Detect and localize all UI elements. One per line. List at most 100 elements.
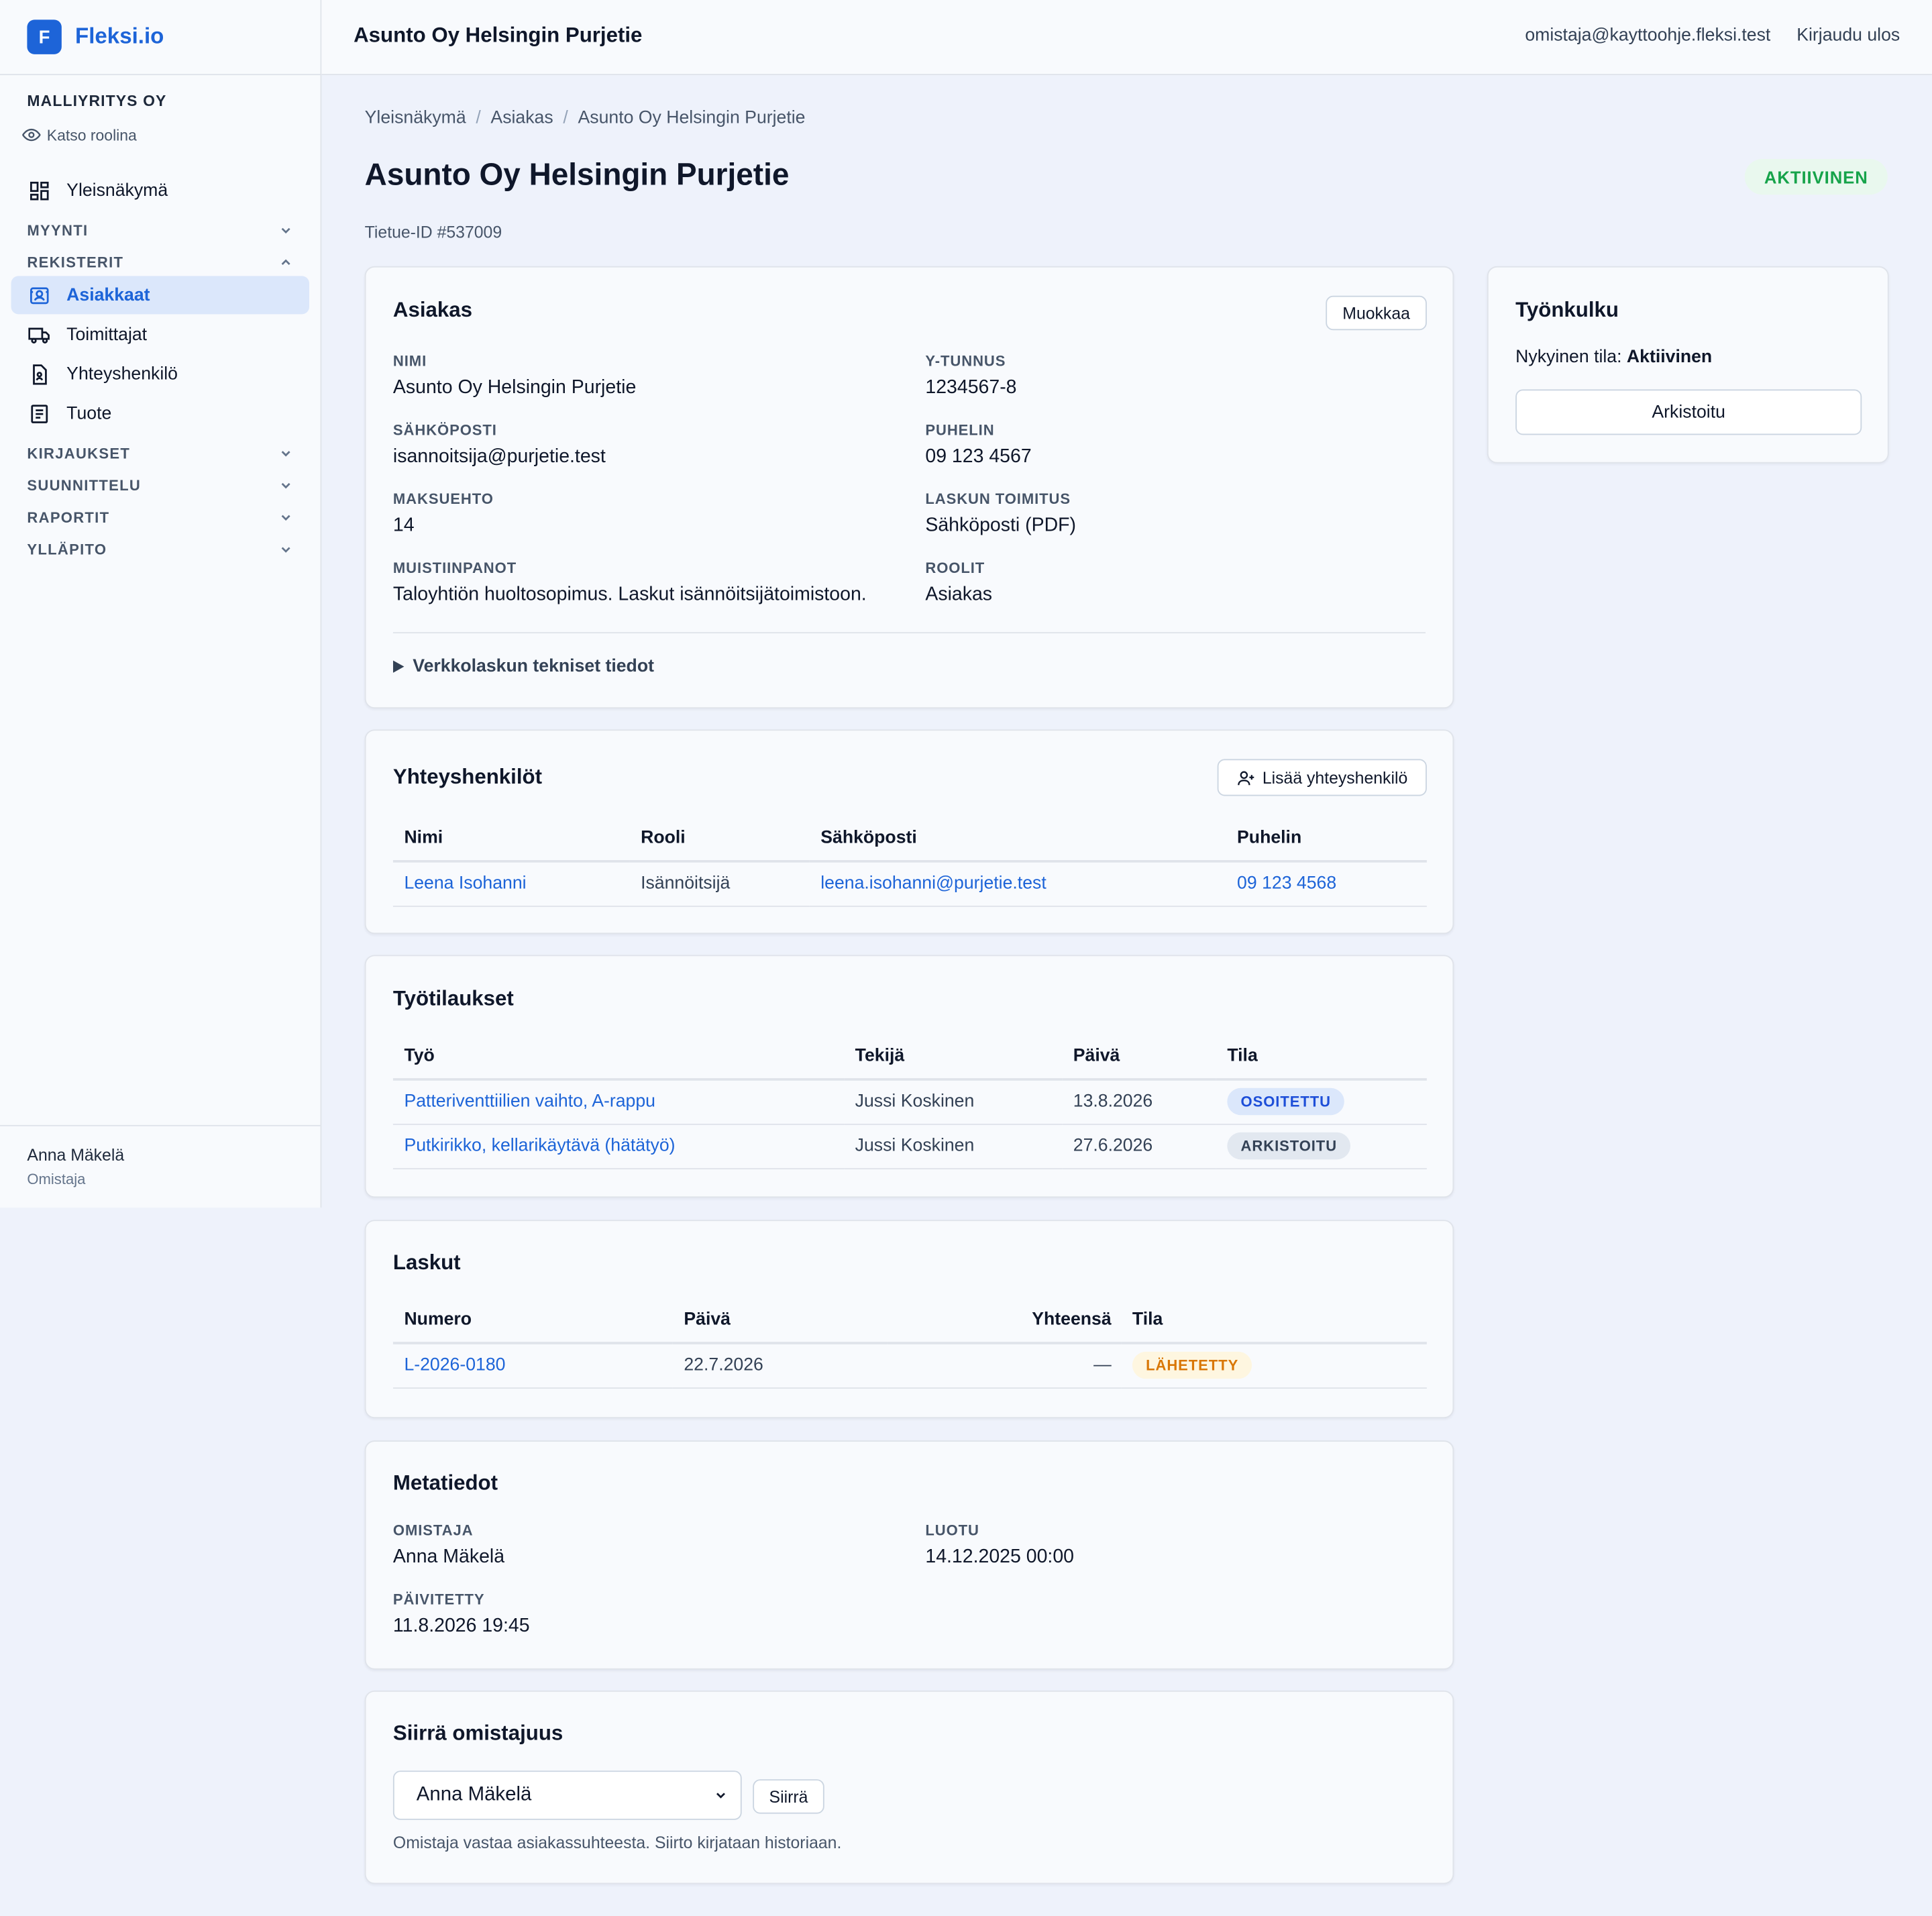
field-value: Asunto Oy Helsingin Purjetie [392, 377, 637, 398]
customer-card-icon [30, 286, 49, 304]
work-order-link[interactable]: Putkirikko, kellarikäytävä (hätätyö) [404, 1136, 675, 1155]
view-as-role-link[interactable]: Katso roolina [22, 125, 137, 144]
view-as-role-label: Katso roolina [46, 126, 137, 144]
cell-phone: 09 123 4568 [1226, 861, 1427, 906]
column-header[interactable]: Numero [392, 1297, 673, 1344]
eye-icon [22, 128, 41, 142]
cell-email: leena.isohanni@purjetie.test [809, 861, 1226, 906]
cell-total: — [887, 1343, 1122, 1389]
field-value: 14 [392, 515, 415, 536]
nav-section-raportit[interactable]: RAPORTIT [27, 507, 293, 529]
status-badge: AKTIIVINEN [1744, 158, 1888, 195]
column-header[interactable]: Päivä [672, 1297, 888, 1344]
cell-date: 22.7.2026 [672, 1343, 888, 1389]
transfer-button[interactable]: Siirrä [753, 1779, 824, 1814]
column-header[interactable]: Sähköposti [809, 815, 1226, 863]
brand-logo[interactable]: F [27, 19, 62, 54]
topbar-title: Asunto Oy Helsingin Purjetie [354, 23, 643, 47]
breadcrumb-separator: / [563, 108, 568, 129]
sidebar-item-asiakkaat[interactable]: Asiakkaat [11, 276, 310, 315]
nav-section-kirjaukset[interactable]: KIRJAUKSET [27, 442, 293, 464]
field-business-id: Y-TUNNUS 1234567-8 [925, 352, 1016, 399]
column-header[interactable]: Puhelin [1226, 815, 1427, 863]
field-created: LUOTU 14.12.2025 00:00 [925, 1522, 1074, 1568]
field-value: 11.8.2026 19:45 [392, 1615, 530, 1637]
field-name: NIMI Asunto Oy Helsingin Purjetie [393, 352, 636, 399]
column-header[interactable]: Tekijä [844, 1033, 1063, 1081]
field-notes: MUISTIINPANOT Taloyhtiön huoltosopimus. … [393, 560, 867, 606]
edit-button[interactable]: Muokkaa [1326, 295, 1427, 331]
nav-section-label: YLLÄPITO [27, 541, 107, 559]
field-roles: ROOLIT Asiakas [925, 560, 992, 606]
column-header[interactable]: Päivä [1062, 1033, 1216, 1081]
add-contact-button[interactable]: Lisää yhteyshenkilö [1217, 759, 1427, 796]
user-email: omistaja@kayttoohje.fleksi.test [1525, 25, 1771, 46]
column-header[interactable]: Rooli [629, 815, 810, 863]
owner-select-value: Anna Mäkelä [416, 1784, 532, 1805]
contact-phone-link[interactable]: 09 123 4568 [1237, 874, 1336, 894]
logout-link[interactable]: Kirjaudu ulos [1796, 26, 1900, 46]
contact-name-link[interactable]: Leena Isohanni [404, 874, 526, 894]
nav-section-yllapito[interactable]: YLLÄPITO [27, 539, 293, 561]
breadcrumb-item[interactable]: Asiakas [490, 109, 553, 128]
field-label: MAKSUEHTO [392, 490, 494, 508]
field-value: Asiakas [925, 584, 993, 605]
field-updated: PÄIVITETTY 11.8.2026 19:45 [393, 1591, 530, 1638]
contact-email-link[interactable]: leena.isohanni@purjetie.test [820, 874, 1046, 894]
column-header[interactable]: Työ [392, 1033, 845, 1081]
work-order-link[interactable]: Patteriventtiilien vaihto, A-rappu [404, 1092, 655, 1112]
sidebar-item-toimittajat[interactable]: Toimittajat [11, 315, 309, 354]
workflow-current-state: Nykyinen tila: Aktiivinen [1515, 348, 1712, 367]
column-header[interactable]: Yhteensä [887, 1297, 1122, 1344]
cell-worker: Jussi Koskinen [844, 1124, 1063, 1169]
invoice-link[interactable]: L-2026-0180 [404, 1356, 505, 1375]
status-badge: ARKISTOITU [1227, 1132, 1351, 1160]
cell-date: 27.6.2026 [1062, 1124, 1216, 1169]
nav-section-myynti[interactable]: MYYNTI [27, 219, 293, 242]
sidebar-item-label: Yleisnäkymä [66, 180, 168, 201]
field-label: ROOLIT [925, 559, 985, 577]
add-user-icon [1237, 770, 1254, 785]
customer-card: Asiakas Muokkaa NIMI Asunto Oy Helsingin… [364, 266, 1454, 709]
truck-icon [28, 327, 50, 343]
work-orders-table: Työ Tekijä Päivä Tila Patteriventtiilien… [392, 1033, 1427, 1169]
chevron-down-icon [716, 1793, 725, 1799]
triangle-right-icon [392, 660, 405, 673]
field-label: OMISTAJA [392, 1522, 474, 1540]
column-header[interactable]: Tila [1121, 1297, 1427, 1344]
column-header[interactable]: Tila [1216, 1033, 1427, 1081]
sidebar-item-tuote[interactable]: Tuote [11, 394, 309, 433]
chevron-down-icon [281, 227, 290, 234]
field-label: LASKUN TOIMITUS [925, 490, 1071, 508]
cell-status: ARKISTOITU [1216, 1124, 1427, 1169]
field-label: Y-TUNNUS [925, 352, 1006, 370]
sidebar-item-yhteyshenkilo[interactable]: Yhteyshenkilö [11, 355, 309, 393]
breadcrumb-item[interactable]: Yleisnäkymä [365, 109, 466, 128]
field-value: isannoitsija@purjetie.test [392, 445, 606, 468]
cell-number: L-2026-0180 [392, 1343, 673, 1389]
work-orders-card: Työtilaukset Työ Tekijä Päivä Tila Patte… [364, 955, 1454, 1198]
field-value: Taloyhtiön huoltosopimus. Laskut isännöi… [392, 584, 867, 605]
contacts-card: Yhteyshenkilöt Lisää yhteyshenkilö Nimi … [364, 729, 1454, 935]
archive-button[interactable]: Arkistoitu [1515, 389, 1862, 435]
table-row: Leena Isohanni Isännöitsijä leena.isohan… [392, 861, 1427, 906]
sidebar-item-label: Yhteyshenkilö [66, 364, 178, 384]
nav-section-label: RAPORTIT [27, 509, 110, 527]
breadcrumb-current: Asunto Oy Helsingin Purjetie [578, 108, 806, 129]
chevron-down-icon [281, 451, 290, 457]
invoices-table: Numero Päivä Yhteensä Tila L-2026-0180 2… [392, 1297, 1427, 1389]
sidebar: F Fleksi.io MALLIYRITYS OY Katso roolina… [0, 0, 322, 1208]
user-name: Anna Mäkelä [27, 1146, 125, 1165]
owner-select[interactable]: Anna Mäkelä [392, 1770, 742, 1820]
sidebar-item-overview[interactable]: Yleisnäkymä [11, 171, 309, 209]
einvoice-details-toggle[interactable]: Verkkolaskun tekniset tiedot [392, 657, 654, 676]
nav-section-rekisterit[interactable]: REKISTERIT [27, 252, 293, 274]
sidebar-item-label: Asiakkaat [66, 285, 150, 305]
breadcrumb: Yleisnäkymä / Asiakas / Asunto Oy Helsin… [365, 109, 806, 128]
field-label: NIMI [392, 352, 427, 370]
nav-section-suunnittelu[interactable]: SUUNNITTELU [27, 474, 293, 496]
sidebar-item-label: Toimittajat [66, 324, 148, 345]
workflow-card: Työnkulku Nykyinen tila: Aktiivinen Arki… [1487, 266, 1889, 464]
brand-name[interactable]: Fleksi.io [75, 23, 164, 50]
column-header[interactable]: Nimi [392, 815, 630, 863]
